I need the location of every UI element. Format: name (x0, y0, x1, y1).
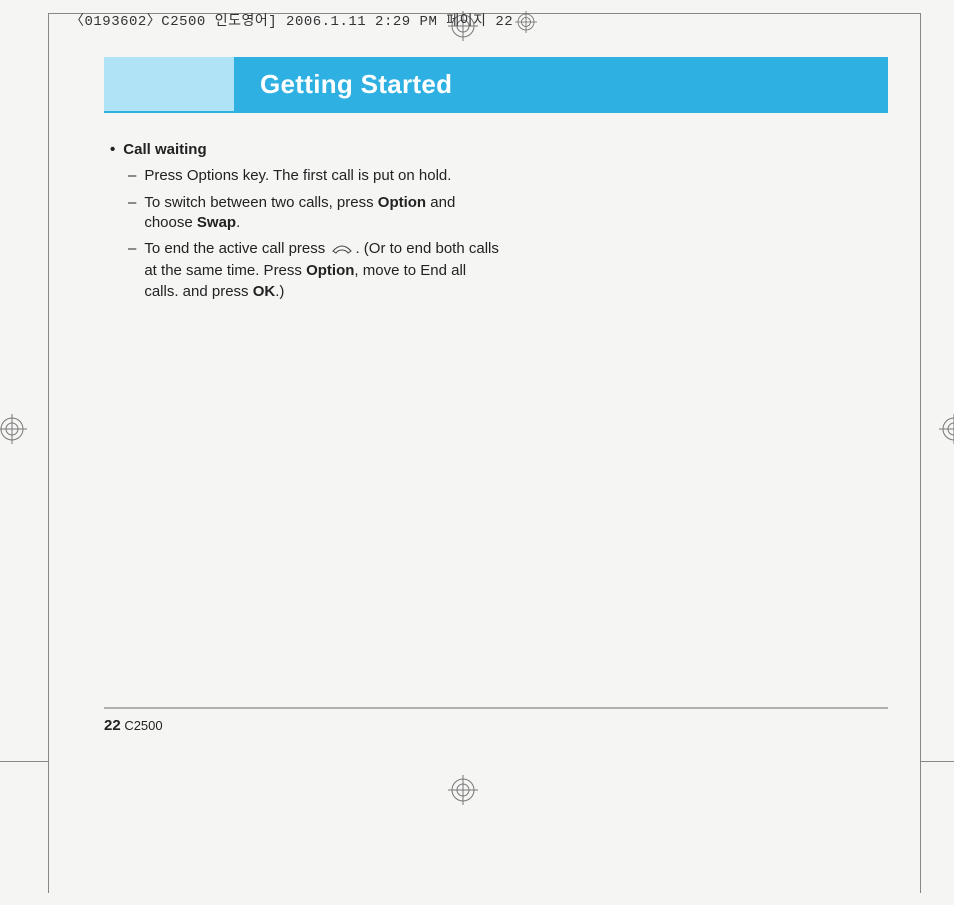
footer-model: C2500 (124, 718, 162, 733)
list-item: – To end the active call press . (Or to … (128, 239, 500, 302)
bullet-icon: • (110, 140, 115, 160)
list-item-text: Press Options key. The first call is put… (144, 166, 500, 186)
registration-mark-right (939, 414, 954, 444)
list-item-text: To switch between two calls, press Optio… (144, 193, 500, 234)
section-title-underline (104, 111, 888, 113)
footer: 22 C2500 (104, 717, 163, 734)
section-title-accent (104, 57, 234, 111)
list-item-text: To end the active call press . (Or to en… (144, 239, 500, 302)
section-title-bar: Getting Started (104, 57, 888, 111)
dash-icon: – (128, 193, 136, 234)
prepress-header-page: 22 (495, 14, 513, 30)
body-content: • Call waiting – Press Options key. The … (110, 140, 500, 308)
bullet-heading: Call waiting (123, 140, 206, 160)
section-title: Getting Started (260, 69, 452, 100)
dash-icon: – (128, 239, 136, 302)
registration-icon (515, 11, 537, 33)
list-item: – To switch between two calls, press Opt… (128, 193, 500, 234)
dash-icon: – (128, 166, 136, 186)
registration-mark-left (0, 414, 27, 444)
crop-tick (0, 761, 48, 762)
section-title-body: Getting Started (234, 57, 888, 111)
page-number: 22 (104, 717, 121, 734)
prepress-header-page-wrap: 22 (495, 11, 537, 33)
page-frame-left (48, 13, 49, 893)
footer-rule (104, 707, 888, 709)
list-item: – Press Options key. The first call is p… (128, 166, 500, 186)
end-call-icon (331, 241, 353, 261)
bullet-heading-row: • Call waiting (110, 140, 500, 160)
prepress-header-text: 〈0193602〉C2500 인도영어] 2006.1.11 2:29 PM 페… (70, 14, 486, 30)
crop-tick (921, 761, 954, 762)
prepress-header: 〈0193602〉C2500 인도영어] 2006.1.11 2:29 PM 페… (70, 10, 537, 33)
